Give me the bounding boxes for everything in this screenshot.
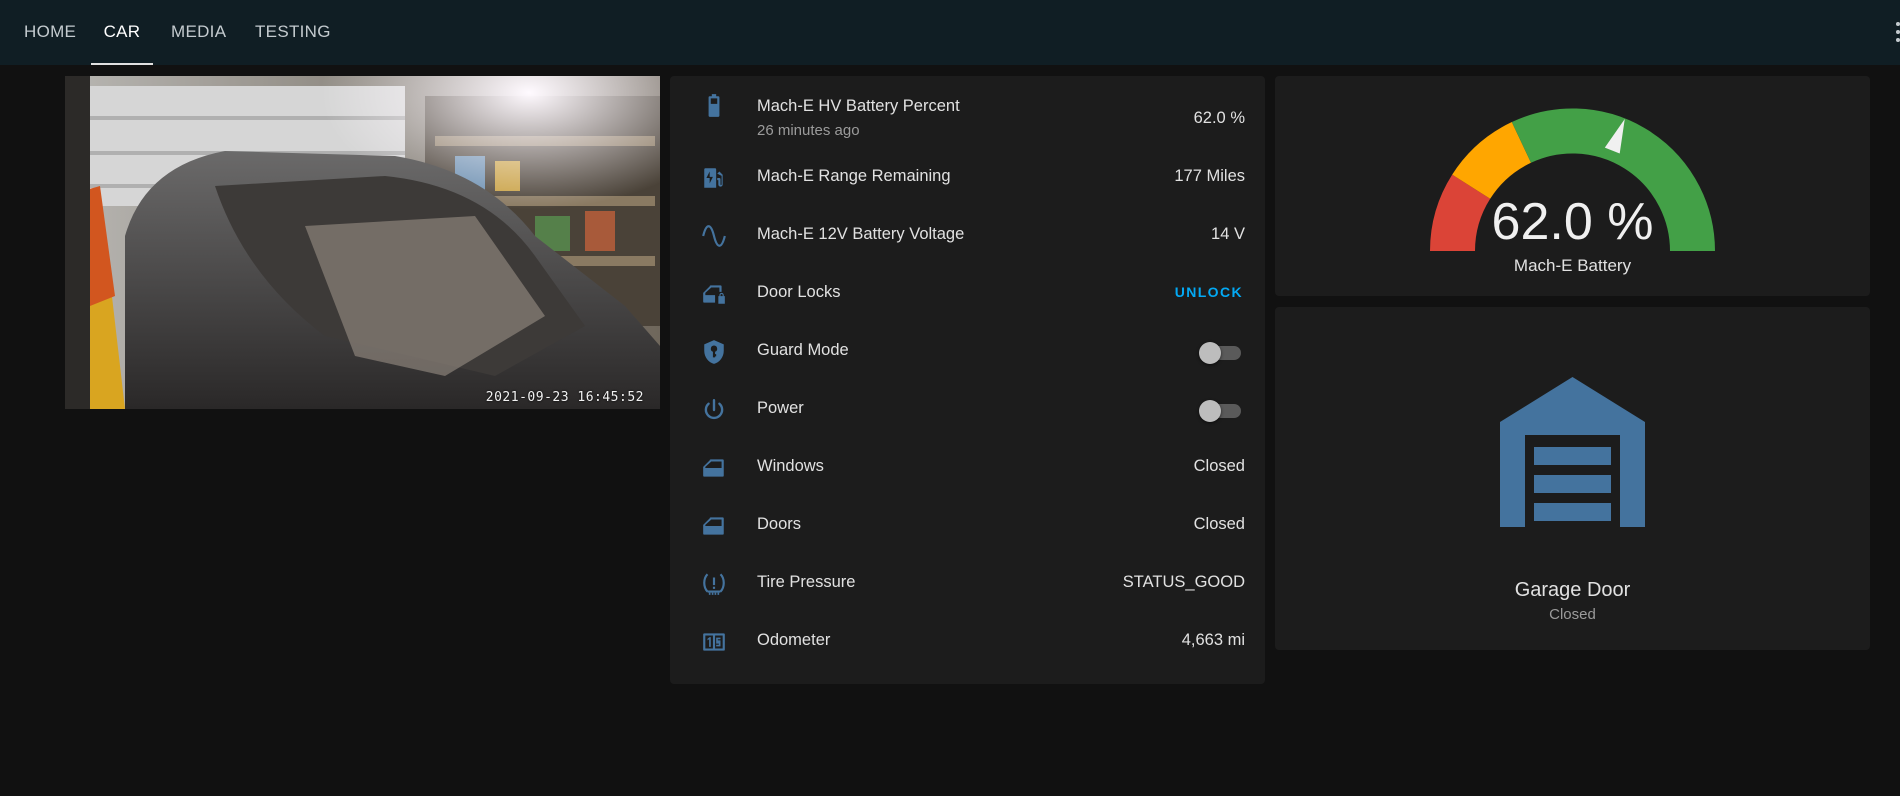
- toggle-thumb: [1199, 400, 1221, 422]
- entity-row-range[interactable]: Mach-E Range Remaining 177 Miles: [670, 148, 1265, 206]
- battery-icon: [708, 94, 720, 117]
- camera-timestamp: 2021-09-23 16:45:52: [485, 390, 644, 405]
- entity-label: Tire Pressure: [757, 573, 856, 591]
- entity-label: Doors: [757, 515, 802, 533]
- entity-label: Guard Mode: [757, 341, 849, 359]
- entity-value: 177 Miles: [1174, 167, 1245, 185]
- entity-label: Power: [757, 399, 804, 417]
- guard-mode-toggle[interactable]: [1199, 342, 1241, 364]
- unlock-button[interactable]: UNLOCK: [1175, 284, 1243, 300]
- tab-media[interactable]: MEDIA: [171, 0, 226, 65]
- entity-label: Odometer: [757, 631, 831, 649]
- tire-pressure-icon: [703, 573, 725, 595]
- gauge-name: Mach-E Battery: [1513, 256, 1632, 275]
- car-door-lock-icon: [703, 285, 725, 304]
- garage-door-card[interactable]: Garage Door Closed: [1275, 307, 1870, 650]
- entity-label: Windows: [757, 457, 824, 475]
- sine-wave-icon: [702, 225, 726, 247]
- entity-value: 4,663 mi: [1181, 631, 1245, 649]
- gauge-value: 62.0 %: [1491, 193, 1654, 251]
- top-app-bar: HOME CAR MEDIA TESTING: [0, 0, 1900, 65]
- entity-row-power[interactable]: Power: [670, 380, 1265, 438]
- shield-key-icon: [704, 340, 724, 364]
- entity-row-guard-mode[interactable]: Guard Mode: [670, 322, 1265, 380]
- garage-name: Garage Door: [1514, 579, 1631, 601]
- garage-icon: [1500, 377, 1645, 527]
- entity-label: Mach-E Range Remaining: [757, 167, 951, 185]
- entity-row-windows[interactable]: Windows Closed: [670, 438, 1265, 496]
- power-toggle[interactable]: [1199, 400, 1241, 422]
- entity-value: Closed: [1193, 515, 1245, 533]
- counter-icon: [703, 633, 725, 651]
- entity-row-doors[interactable]: Doors Closed: [670, 496, 1265, 554]
- entity-row-hv-battery[interactable]: Mach-E HV Battery Percent 26 minutes ago…: [670, 76, 1265, 139]
- entity-value: 62.0 %: [1193, 109, 1245, 127]
- tab-home[interactable]: HOME: [24, 0, 76, 65]
- entity-label: Mach-E HV Battery Percent: [757, 97, 960, 115]
- ev-station-icon: [704, 168, 723, 188]
- entity-row-12v-voltage[interactable]: Mach-E 12V Battery Voltage 14 V: [670, 206, 1265, 264]
- toggle-thumb: [1199, 342, 1221, 364]
- power-icon: [704, 399, 724, 420]
- entity-row-tire-pressure[interactable]: Tire Pressure STATUS_GOOD: [670, 554, 1265, 612]
- car-door-icon: [703, 459, 724, 477]
- entity-value: 14 V: [1211, 225, 1245, 243]
- entity-label: Door Locks: [757, 283, 841, 301]
- entity-value: STATUS_GOOD: [1122, 573, 1245, 591]
- entity-label: Mach-E 12V Battery Voltage: [757, 225, 965, 243]
- entity-row-odometer[interactable]: Odometer 4,663 mi: [670, 612, 1265, 670]
- entity-value: Closed: [1193, 457, 1245, 475]
- entities-card: Mach-E HV Battery Percent 26 minutes ago…: [670, 76, 1265, 684]
- camera-feed[interactable]: 2021-09-23 16:45:52: [65, 76, 660, 409]
- tab-testing[interactable]: TESTING: [255, 0, 330, 65]
- car-door-icon: [703, 517, 724, 535]
- dots-vertical-icon[interactable]: [1892, 22, 1900, 44]
- camera-image: [65, 76, 660, 409]
- garage-state: Closed: [1549, 606, 1596, 623]
- battery-gauge-card[interactable]: 62.0 % Mach-E Battery: [1275, 76, 1870, 296]
- gauge-segment-yellow: [1452, 122, 1532, 200]
- entity-secondary: 26 minutes ago: [757, 122, 860, 139]
- entity-row-door-locks[interactable]: Door Locks UNLOCK: [670, 264, 1265, 322]
- tab-car[interactable]: CAR: [91, 0, 153, 65]
